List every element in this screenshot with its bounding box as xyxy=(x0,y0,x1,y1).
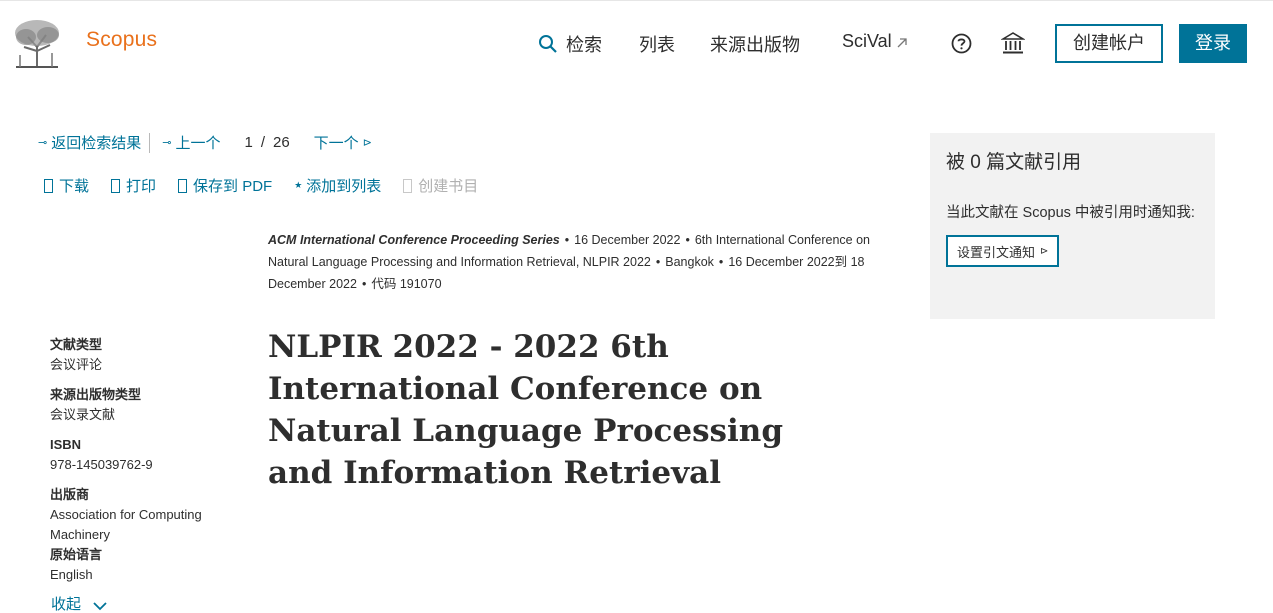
pager-divider xyxy=(149,132,151,153)
create-bibliography-label: 创建书目 xyxy=(418,178,479,195)
back-to-results-link[interactable]: 返回检索结果 xyxy=(51,132,141,153)
add-to-list-label: 添加到列表 xyxy=(306,178,382,195)
search-icon xyxy=(539,35,557,53)
institution-icon[interactable] xyxy=(1001,31,1025,55)
pager-separator: / xyxy=(260,134,265,151)
nav-scival-label: SciVal xyxy=(842,31,892,51)
elsevier-tree-logo-icon[interactable] xyxy=(10,17,64,69)
nav-search[interactable]: 检索 xyxy=(538,31,602,57)
cited-by-count: 被 0 篇文献引用 xyxy=(946,152,1082,173)
create-account-button[interactable]: 创建帐户 xyxy=(1055,24,1163,63)
document-metadata: 文献类型 会议评论 来源出版物类型 会议录文献 ISBN 978-1450397… xyxy=(50,335,240,585)
source-type-label: 来源出版物类型 xyxy=(50,387,142,402)
publisher-label: 出版商 xyxy=(50,487,90,502)
doc-type-label: 文献类型 xyxy=(50,337,103,352)
nav-sources[interactable]: 来源出版物 xyxy=(710,31,800,57)
add-to-list-action[interactable]: ★ 添加到列表 xyxy=(294,175,381,196)
nav-scival[interactable]: SciVal xyxy=(842,31,908,52)
conference-location: Bangkok xyxy=(665,255,714,269)
nav-list[interactable]: 列表 xyxy=(639,31,675,57)
separator-dot: • xyxy=(361,277,367,291)
document-title: NLPIR 2022 - 2022 6th International Conf… xyxy=(268,329,783,491)
set-citation-alert-button[interactable]: 设置引文通知 ⊳ xyxy=(946,235,1060,267)
back-arrow-icon: ⊸ xyxy=(38,137,48,149)
login-button[interactable]: 登录 xyxy=(1179,24,1247,63)
doc-type-value: 会议评论 xyxy=(50,357,103,372)
download-action[interactable]: 下载 xyxy=(44,175,89,196)
source-info: ACM International Conference Proceeding … xyxy=(268,229,898,295)
separator-dot: • xyxy=(718,255,724,269)
print-icon xyxy=(111,178,121,193)
pager-count: 1 / 26 xyxy=(240,134,293,151)
download-label: 下载 xyxy=(59,178,90,195)
isbn-value: 978-145039762-9 xyxy=(50,457,153,472)
save-pdf-label: 保存到 PDF xyxy=(193,178,273,195)
pdf-icon xyxy=(178,178,188,193)
top-navigation-bar: Scopus 检索 列表 来源出版物 SciVal 创建帐户 登录 xyxy=(0,0,1273,84)
bibliography-icon xyxy=(403,178,413,193)
create-bibliography-action: 创建书目 xyxy=(403,175,478,196)
pager-current: 1 xyxy=(244,134,253,151)
set-citation-alert-label: 设置引文通知 xyxy=(957,244,1036,260)
cited-by-panel: 被 0 篇文献引用 当此文献在 Scopus 中被引用时通知我: 设置引文通知 … xyxy=(930,133,1215,319)
print-label: 打印 xyxy=(126,178,157,195)
source-type-value: 会议录文献 xyxy=(50,407,116,422)
pager-total: 26 xyxy=(272,134,290,151)
separator-dot: • xyxy=(564,233,570,247)
publication-date: 16 December 2022 xyxy=(574,233,681,247)
previous-link[interactable]: 上一个 xyxy=(175,132,220,153)
conference-code: 代码 191070 xyxy=(371,277,442,291)
separator-dot: • xyxy=(685,233,690,247)
next-arrow-icon: ⊳ xyxy=(362,137,372,149)
separator-dot: • xyxy=(655,255,661,269)
document-actions: 下载 打印 保存到 PDF ★ 添加到列表 创建书目 xyxy=(44,175,500,196)
print-action[interactable]: 打印 xyxy=(111,175,156,196)
publisher-value: Association for Computing Machinery xyxy=(50,507,202,542)
prev-arrow-icon: ⊸ xyxy=(162,137,172,149)
next-link[interactable]: 下一个 xyxy=(314,132,359,153)
scopus-logo-text[interactable]: Scopus xyxy=(86,28,157,52)
language-label: 原始语言 xyxy=(50,547,103,562)
arrow-right-icon: ⊳ xyxy=(1040,245,1049,257)
nav-search-label: 检索 xyxy=(566,35,602,55)
collapse-label: 收起 xyxy=(51,596,82,613)
help-icon[interactable] xyxy=(951,33,972,54)
download-icon xyxy=(44,178,53,193)
language-value: English xyxy=(50,567,93,582)
chevron-down-icon xyxy=(93,601,107,610)
result-pager: ⊸ 返回检索结果 ⊸ 上一个 1 / 26 下一个 ⊳ xyxy=(38,132,372,153)
external-link-icon xyxy=(897,37,907,47)
citation-alert-note: 当此文献在 Scopus 中被引用时通知我: xyxy=(946,205,1195,221)
series-link[interactable]: ACM International Conference Proceeding … xyxy=(268,233,560,247)
star-icon: ★ xyxy=(294,180,303,190)
isbn-label: ISBN xyxy=(50,437,82,452)
collapse-toggle[interactable]: 收起 xyxy=(51,593,107,613)
save-pdf-action[interactable]: 保存到 PDF xyxy=(178,175,272,196)
